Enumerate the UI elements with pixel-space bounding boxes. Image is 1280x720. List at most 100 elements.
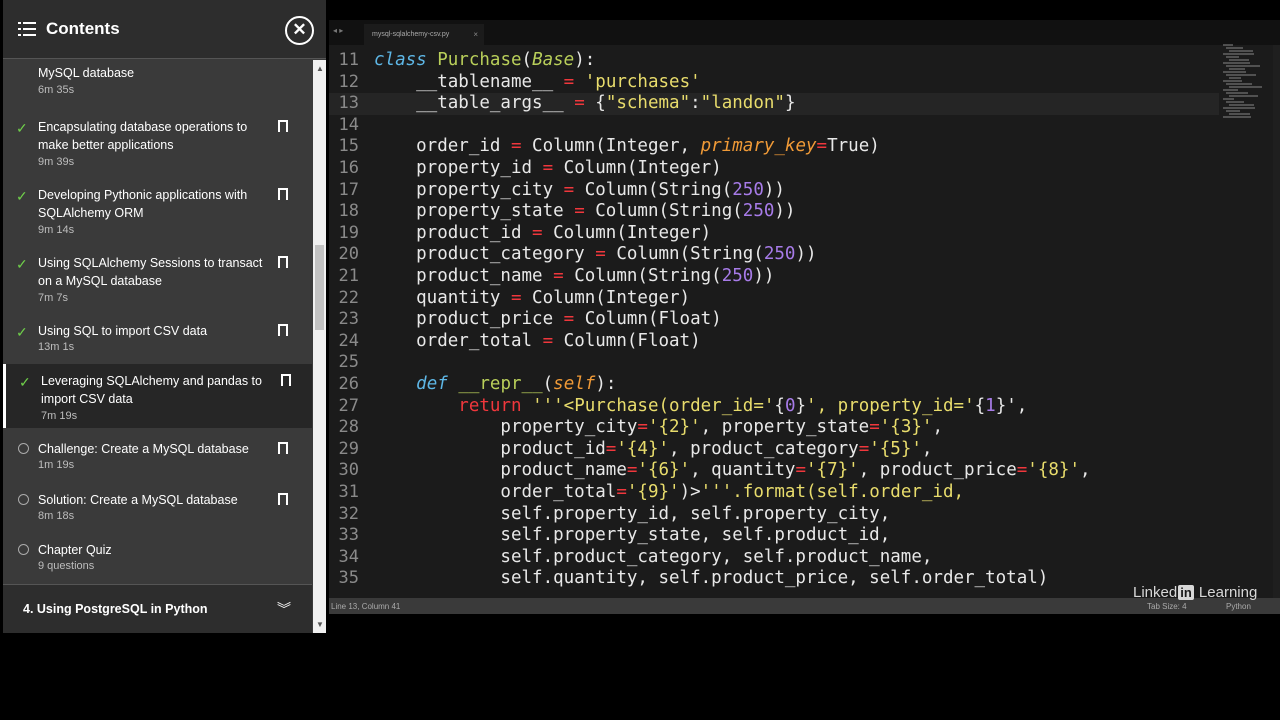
video-duration: 9 questions (38, 560, 95, 572)
code-text: property_city='{2}', property_state='{3}… (374, 417, 943, 438)
minimap[interactable] (1219, 44, 1279, 124)
code-line[interactable]: 23 product_price = Column(Float) (329, 309, 1219, 331)
code-line[interactable]: 20 product_category = Column(String(250)… (329, 244, 1219, 266)
code-line[interactable]: 12 __tablename__ = 'purchases' (329, 72, 1219, 94)
tab-close-icon[interactable]: × (473, 30, 478, 39)
code-text: product_name = Column(String(250)) (374, 266, 775, 286)
line-number: 35 (338, 568, 359, 589)
code-text: product_id = Column(Integer) (374, 222, 712, 243)
checkmark-icon: ✓ (16, 256, 28, 272)
line-number: 32 (338, 503, 359, 524)
line-number: 11 (338, 50, 359, 70)
code-line[interactable]: 33 self.property_state, self.product_id, (329, 525, 1219, 547)
logo-prefix: Linked (1133, 584, 1178, 601)
course-video-item[interactable]: ✓MySQL database6m 35s (3, 60, 312, 96)
course-video-item[interactable]: Chapter Quiz 9 questions (3, 537, 312, 581)
editor-tab-label: mysql-sqlalchemy-csv.py (372, 31, 450, 38)
course-video-item[interactable]: ✓ Developing Pythonic applications with S… (3, 182, 312, 244)
section-title: 4. Using PostgreSQL in Python (23, 602, 208, 616)
tab-size-indicator[interactable]: Tab Size: 4 (1147, 602, 1187, 611)
code-line[interactable]: 32 self.property_id, self.property_city, (329, 504, 1219, 526)
bookmark-icon[interactable] (278, 188, 290, 204)
code-line[interactable]: 31 order_total='{9}')>'''.format(self.or… (329, 482, 1219, 504)
course-video-item[interactable]: ✓ Encapsulating database operations to ma… (3, 114, 312, 176)
contents-scrollbar[interactable]: ▲ ▼ (313, 60, 326, 633)
contents-title: Contents (46, 19, 120, 38)
checkmark-icon: ✓ (16, 324, 28, 340)
code-line[interactable]: 17 property_city = Column(String(250)) (329, 180, 1219, 202)
code-line[interactable]: 24 order_total = Column(Float) (329, 331, 1219, 353)
cursor-position: Line 13, Column 41 (331, 602, 401, 611)
line-number: 29 (338, 438, 359, 459)
video-title: MySQL database (38, 66, 135, 80)
scroll-up-icon[interactable]: ▲ (316, 64, 324, 73)
code-line[interactable]: 11 class Purchase(Base): (329, 50, 1219, 72)
code-line[interactable]: 26 def __repr__(self): (329, 374, 1219, 396)
video-title: Chapter Quiz (38, 543, 112, 557)
code-text: __tablename__ = 'purchases' (374, 71, 701, 92)
scroll-thumb[interactable] (315, 245, 324, 330)
section-header[interactable]: 4. Using PostgreSQL in Python ︾ (3, 584, 312, 633)
code-line[interactable]: 13 __table_args__ = {"schema":"landon"} (329, 93, 1219, 115)
editor-scrollbar[interactable] (1273, 45, 1280, 600)
line-number: 12 (338, 71, 359, 92)
chevron-down-icon: ︾ (277, 601, 291, 617)
code-editor: ◂ ▸ mysql-sqlalchemy-csv.py × 11 class Pu… (329, 20, 1280, 614)
bookmark-icon[interactable] (278, 324, 290, 340)
video-title: Leveraging SQLAlchemy and pandas to impo… (41, 374, 262, 406)
code-line[interactable]: 16 property_id = Column(Integer) (329, 158, 1219, 180)
bookmark-icon[interactable] (278, 493, 290, 509)
code-line[interactable]: 15 order_id = Column(Integer, primary_ke… (329, 136, 1219, 158)
code-line[interactable]: 14 (329, 115, 1219, 137)
code-line[interactable]: 21 product_name = Column(String(250)) (329, 266, 1219, 288)
video-title: Using SQL to import CSV data (38, 324, 208, 338)
code-line[interactable]: 34 self.product_category, self.product_n… (329, 547, 1219, 569)
language-indicator[interactable]: Python (1226, 602, 1251, 611)
code-text: property_city = Column(String(250)) (374, 179, 785, 200)
tab-nav-arrows-icon[interactable]: ◂ ▸ (333, 26, 343, 35)
course-video-item[interactable]: Challenge: Create a MySQL database 1m 19s (3, 436, 312, 480)
course-video-item[interactable]: ✓ Leveraging SQLAlchemy and pandas to imp… (3, 364, 312, 428)
scroll-down-icon[interactable]: ▼ (316, 620, 324, 629)
course-video-item[interactable]: Solution: Create a MySQL database 8m 18s (3, 487, 312, 531)
bookmark-icon[interactable] (278, 120, 290, 136)
line-number: 23 (338, 309, 359, 330)
code-line[interactable]: 18 property_state = Column(String(250)) (329, 201, 1219, 223)
line-number: 25 (338, 352, 359, 373)
close-icon: ✕ (292, 20, 307, 39)
video-title: Developing Pythonic applications with SQ… (38, 188, 248, 220)
video-title: Challenge: Create a MySQL database (38, 442, 249, 456)
code-area[interactable]: 11 class Purchase(Base): 12 __tablename__ … (329, 50, 1280, 598)
logo-badge: in (1178, 585, 1194, 600)
close-button[interactable]: ✕ (285, 16, 314, 45)
line-number: 17 (338, 179, 359, 200)
code-line[interactable]: 29 product_id='{4}', product_category='{… (329, 439, 1219, 461)
hamburger-icon[interactable] (18, 21, 36, 37)
code-line[interactable]: 19 product_id = Column(Integer) (329, 223, 1219, 245)
code-line[interactable]: 30 product_name='{6}', quantity='{7}', p… (329, 460, 1219, 482)
linkedin-learning-logo: Linked in Learning (1133, 584, 1257, 601)
line-number: 34 (338, 546, 359, 567)
line-number: 15 (338, 136, 359, 157)
course-video-item[interactable]: ✓ Using SQL to import CSV data 13m 1s (3, 318, 312, 358)
line-number: 33 (338, 525, 359, 546)
line-number: 19 (338, 222, 359, 243)
code-line[interactable]: 35 self.quantity, self.product_price, se… (329, 568, 1219, 590)
video-duration: 6m 35s (38, 84, 75, 96)
bookmark-icon[interactable] (281, 374, 293, 390)
bookmark-icon[interactable] (278, 442, 290, 458)
code-line[interactable]: 22 quantity = Column(Integer) (329, 288, 1219, 310)
code-line[interactable]: 27 return '''<Purchase(order_id='{0}', p… (329, 396, 1219, 418)
circle-icon (18, 544, 29, 555)
line-number: 20 (338, 244, 359, 265)
code-line[interactable]: 25 (329, 352, 1219, 374)
course-video-item[interactable]: ✓ Using SQLAlchemy Sessions to transact o… (3, 250, 312, 312)
line-number: 31 (338, 482, 359, 502)
video-duration: 8m 18s (38, 510, 75, 522)
video-duration: 13m 1s (38, 341, 75, 353)
checkmark-icon: ✓ (16, 188, 28, 204)
editor-tab[interactable]: mysql-sqlalchemy-csv.py × (364, 24, 484, 45)
bookmark-icon[interactable] (278, 256, 290, 272)
code-line[interactable]: 28 property_city='{2}', property_state='… (329, 417, 1219, 439)
code-text: property_id = Column(Integer) (374, 158, 722, 178)
